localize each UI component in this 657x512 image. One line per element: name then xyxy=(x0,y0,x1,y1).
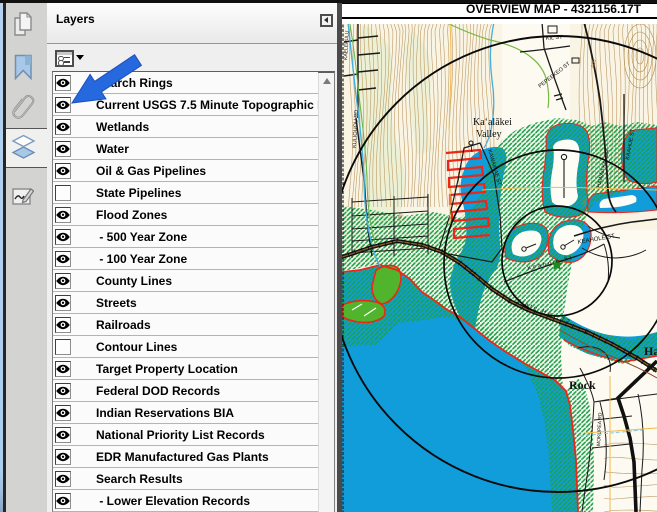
svg-text:Ha: Ha xyxy=(644,344,657,358)
svg-text:Ka‘alākei: Ka‘alākei xyxy=(473,117,512,128)
svg-text:Valley: Valley xyxy=(476,129,502,140)
svg-text:Rock: Rock xyxy=(569,378,596,392)
